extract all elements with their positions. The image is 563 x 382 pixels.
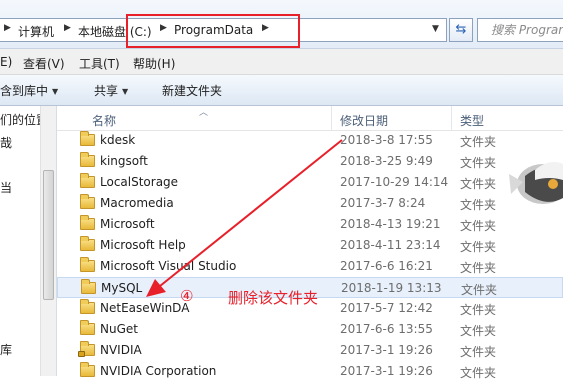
file-type: 文件夹 [460, 366, 497, 380]
file-modified-date: 2018-1-19 13:13 [341, 281, 442, 295]
menu-bar: E) 查看(V) 工具(T) 帮助(H) [0, 49, 563, 75]
column-modified[interactable]: 修改日期 [340, 112, 388, 129]
column-name[interactable]: 名称 [92, 112, 116, 129]
file-name: MySQL [101, 281, 143, 295]
file-name: NuGet [100, 322, 138, 336]
address-highlight-box [126, 14, 300, 48]
fish-icon [509, 162, 563, 204]
file-row[interactable]: kingsoft 2018-3-25 9:49 文件夹 [57, 151, 563, 172]
file-row[interactable]: Microsoft Visual Studio 2017-6-6 16:21 文件夹 [57, 256, 563, 277]
file-row[interactable]: Microsoft Help 2018-4-11 23:14 文件夹 [57, 235, 563, 256]
new-folder-button[interactable]: 新建文件夹 [162, 82, 222, 99]
file-modified-date: 2017-3-1 19:26 [340, 343, 433, 357]
folder-icon [80, 194, 95, 209]
chevron-down-icon: ▼ [122, 87, 129, 96]
address-dropdown-icon[interactable]: ▼ [432, 24, 439, 34]
file-type: 文件夹 [460, 219, 497, 233]
file-name: kdesk [100, 133, 136, 147]
file-modified-date: 2017-5-7 12:42 [340, 301, 433, 315]
file-modified-date: 2017-6-6 13:55 [340, 322, 433, 336]
file-type: 文件夹 [460, 177, 497, 191]
file-type: 文件夹 [460, 156, 497, 170]
file-modified-date: 2018-4-13 19:21 [340, 217, 441, 231]
share-button[interactable]: 共享 ▼ [94, 82, 128, 99]
file-row[interactable]: NVIDIA Corporation 2017-3-1 19:26 文件夹 [57, 361, 563, 382]
folder-icon [80, 257, 95, 272]
annotation-text: 删除该文件夹 [228, 289, 319, 307]
include-in-library-button[interactable]: 含到库中 ▼ [0, 82, 58, 99]
menu-edit[interactable]: E) [0, 55, 12, 69]
breadcrumb-computer[interactable]: 计算机 [18, 23, 54, 40]
file-modified-date: 2018-3-8 17:55 [340, 133, 433, 147]
file-type: 文件夹 [460, 240, 497, 254]
folder-icon [80, 320, 95, 335]
file-row[interactable]: NuGet 2017-6-6 13:55 文件夹 [57, 319, 563, 340]
folder-icon [80, 299, 95, 314]
sort-up-icon: ︿ [199, 108, 209, 118]
file-name: Microsoft [100, 217, 155, 231]
chevron-down-icon: ▼ [52, 87, 59, 96]
file-type: 文件夹 [460, 261, 497, 275]
file-list: ︿ 名称 修改日期 类型 kdesk 2018-3-8 17:55 文件夹 kings… [57, 106, 563, 380]
folder-icon [80, 173, 95, 188]
menu-tools[interactable]: 工具(T) [79, 55, 120, 72]
file-name: NetEaseWinDA [100, 301, 190, 315]
nav-item-2[interactable]: 哉 [0, 134, 12, 151]
column-header: ︿ 名称 修改日期 类型 [57, 106, 563, 131]
file-type: 文件夹 [460, 303, 497, 317]
folder-icon [80, 236, 95, 251]
folder-icon [80, 362, 95, 377]
file-modified-date: 2018-3-25 9:49 [340, 154, 433, 168]
include-in-library-label: 含到库中 [0, 84, 49, 98]
file-name: LocalStorage [100, 175, 179, 189]
file-type: 文件夹 [460, 324, 497, 338]
column-type[interactable]: 类型 [460, 112, 484, 129]
breadcrumb-separator-icon[interactable]: ▶ [64, 23, 71, 33]
column-divider[interactable] [331, 106, 332, 130]
command-bar: 含到库中 ▼ 共享 ▼ 新建文件夹 [0, 75, 563, 106]
search-input[interactable]: 搜索 ProgramData [477, 18, 563, 42]
folder-icon [81, 279, 96, 294]
file-modified-date: 2017-10-29 14:14 [340, 175, 449, 189]
file-type: 文件夹 [460, 198, 497, 212]
file-modified-date: 2017-6-6 16:21 [340, 259, 433, 273]
breadcrumb-separator-icon[interactable]: ▶ [4, 23, 11, 33]
column-divider[interactable] [451, 106, 452, 130]
file-type: 文件夹 [461, 283, 498, 297]
file-row[interactable]: NVIDIA 2017-3-1 19:26 文件夹 [57, 340, 563, 361]
menu-view[interactable]: 查看(V) [23, 55, 65, 72]
menu-help[interactable]: 帮助(H) [133, 55, 175, 72]
share-label: 共享 [94, 84, 119, 98]
file-type: 文件夹 [460, 135, 497, 149]
file-name: NVIDIA [100, 343, 142, 357]
folder-icon [80, 215, 95, 230]
file-name: Microsoft Help [100, 238, 186, 252]
nav-item-library[interactable]: 库 [0, 341, 12, 358]
file-name: kingsoft [100, 154, 148, 168]
folder-icon [80, 131, 95, 146]
folder-icon [80, 152, 95, 167]
refresh-button[interactable]: ⇆ [449, 18, 473, 42]
file-row[interactable]: kdesk 2018-3-8 17:55 文件夹 [57, 130, 563, 151]
nav-item-3[interactable]: 当 [0, 179, 12, 196]
refresh-icon: ⇆ [455, 22, 467, 37]
file-row[interactable]: Macromedia 2017-3-7 8:24 文件夹 [57, 193, 563, 214]
annotation-step-number: ④ [180, 287, 194, 305]
file-row[interactable]: Microsoft 2018-4-13 19:21 文件夹 [57, 214, 563, 235]
file-modified-date: 2017-3-7 8:24 [340, 196, 426, 210]
file-modified-date: 2018-4-11 23:14 [340, 238, 441, 252]
file-row[interactable]: LocalStorage 2017-10-29 14:14 文件夹 [57, 172, 563, 193]
scrollbar-thumb[interactable] [43, 170, 54, 300]
file-name: Macromedia [100, 196, 174, 210]
file-name: Microsoft Visual Studio [100, 259, 237, 273]
lock-icon [78, 351, 85, 357]
file-type: 文件夹 [460, 345, 497, 359]
